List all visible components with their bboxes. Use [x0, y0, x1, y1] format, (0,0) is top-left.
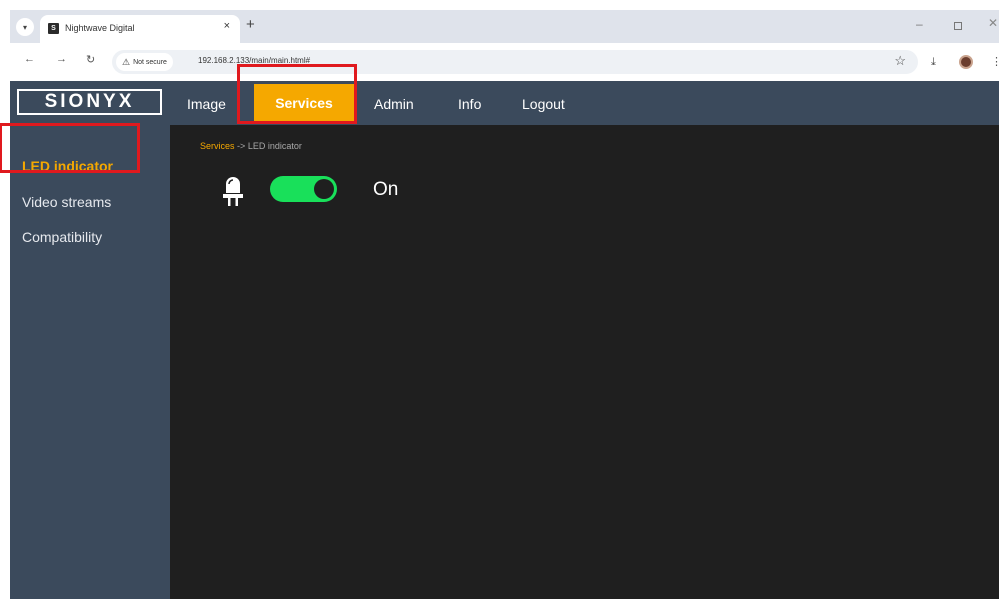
profile-avatar-icon[interactable] [959, 55, 973, 69]
tab-search-icon[interactable]: ▾ [16, 18, 34, 36]
favicon-icon: S [48, 23, 59, 34]
browser-menu-icon[interactable]: ⋮ [991, 55, 999, 68]
bookmark-star-icon[interactable]: ☆ [894, 53, 906, 69]
sidebar-item-compatibility[interactable]: Compatibility [22, 229, 102, 245]
led-toggle-switch[interactable] [270, 176, 337, 202]
sidebar-item-video-streams[interactable]: Video streams [22, 194, 111, 210]
maximize-icon[interactable] [954, 22, 962, 30]
sidebar: LED indicator Video streams Compatibilit… [10, 125, 170, 599]
browser-toolbar: ← → ↻ ⚠ Not secure 192.168.2.133/main/ma… [10, 43, 999, 81]
toggle-state-label: On [373, 179, 399, 200]
new-tab-button[interactable]: + [246, 16, 255, 33]
warning-icon: ⚠ [122, 56, 131, 67]
nav-logout[interactable]: Logout [522, 96, 565, 112]
security-label: Not secure [133, 58, 167, 66]
close-tab-icon[interactable]: × [224, 20, 230, 32]
forward-icon[interactable]: → [56, 53, 67, 65]
nav-admin[interactable]: Admin [374, 96, 414, 112]
back-icon[interactable]: ← [24, 53, 35, 65]
reload-icon[interactable]: ↻ [86, 53, 95, 66]
breadcrumb-current: LED indicator [247, 141, 302, 151]
sionyx-logo: SIONYX [17, 89, 162, 115]
browser-tab[interactable]: S Nightwave Digital × [40, 15, 240, 43]
tab-strip: ▾ S Nightwave Digital × + – ✕ [10, 10, 999, 43]
highlight-box-led-indicator [0, 123, 140, 173]
browser-window: ▾ S Nightwave Digital × + – ✕ ← → ↻ ⚠ No… [10, 10, 999, 599]
led-bulb-icon [223, 177, 243, 206]
nav-info[interactable]: Info [458, 96, 481, 112]
breadcrumb-separator: -> [237, 141, 246, 151]
download-icon[interactable]: ⤓ [931, 56, 936, 69]
address-bar[interactable]: ⚠ Not secure 192.168.2.133/main/main.htm… [112, 50, 918, 74]
window-close-icon[interactable]: ✕ [988, 16, 998, 30]
breadcrumb: Services -> LED indicator [200, 141, 302, 151]
highlight-box-services [237, 64, 357, 124]
nav-image[interactable]: Image [187, 96, 226, 112]
tab-title: Nightwave Digital [65, 23, 135, 33]
minimize-icon[interactable]: – [916, 17, 923, 31]
breadcrumb-services[interactable]: Services [200, 141, 235, 151]
security-chip[interactable]: ⚠ Not secure [116, 53, 173, 71]
toggle-knob [314, 179, 334, 199]
app-header: SIONYX Image Services Admin Info Logout [10, 81, 999, 125]
main-content: Services -> LED indicator On [170, 125, 999, 599]
